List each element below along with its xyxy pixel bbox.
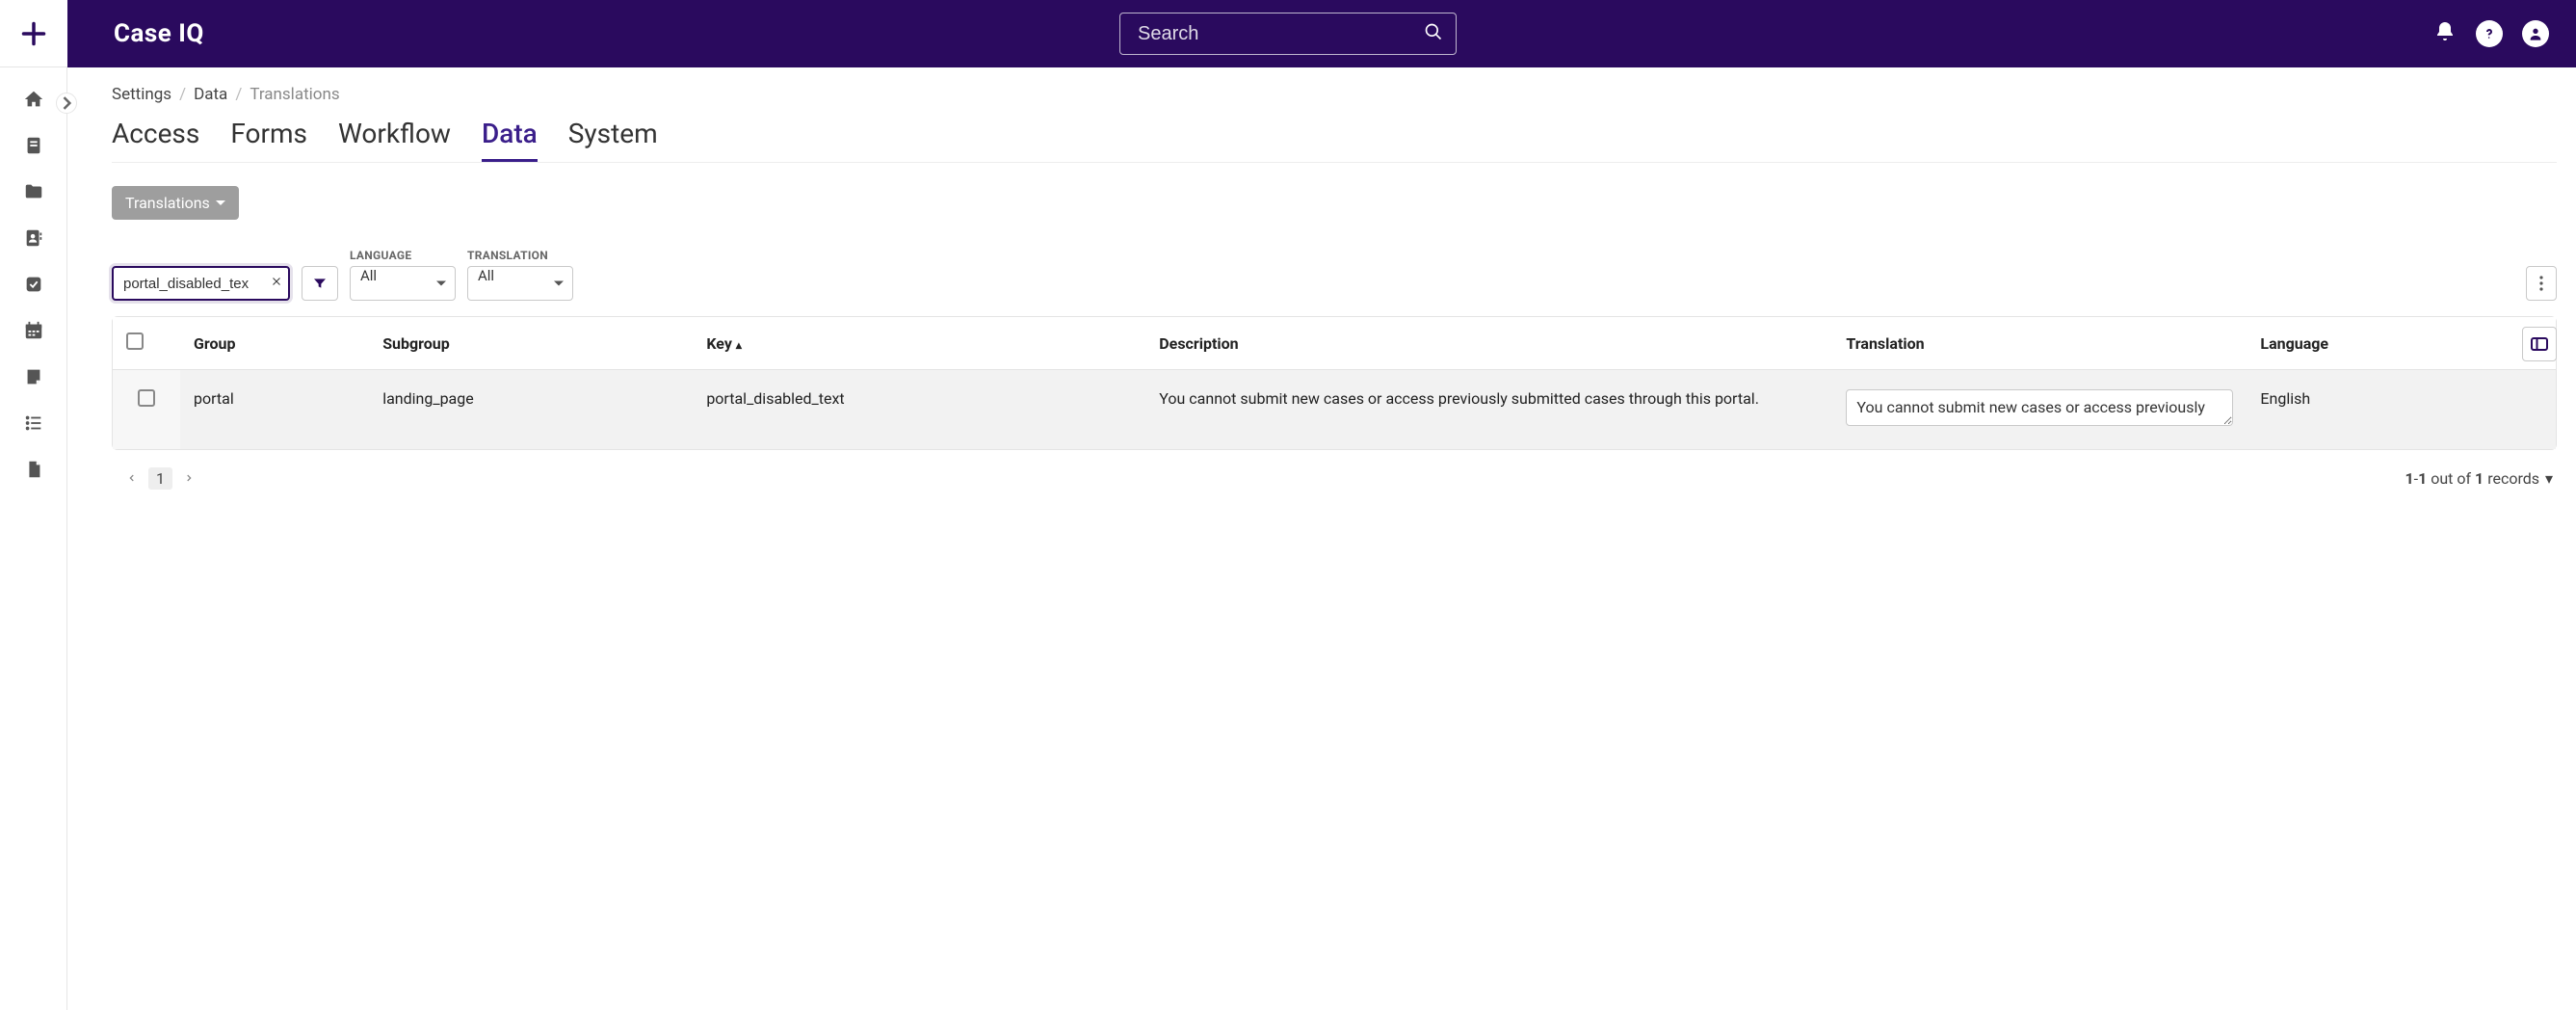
col-description[interactable]: Description — [1145, 317, 1832, 370]
cell-description: You cannot submit new cases or access pr… — [1145, 370, 1832, 450]
pager: 1 — [121, 467, 199, 490]
select-all-header[interactable] — [113, 317, 180, 370]
checkbox-icon[interactable] — [23, 274, 44, 295]
home-icon[interactable] — [23, 89, 44, 110]
page-number[interactable]: 1 — [148, 467, 172, 490]
filter-button[interactable] — [302, 266, 338, 301]
language-filter: LANGUAGE All — [350, 249, 456, 301]
tab-forms[interactable]: Forms — [230, 118, 307, 162]
range-from: 1 — [2405, 469, 2413, 488]
document-icon[interactable] — [23, 135, 44, 156]
select-all-checkbox[interactable] — [126, 332, 144, 350]
translation-filter: TRANSLATION All — [467, 249, 573, 301]
breadcrumb-separator: / — [235, 85, 242, 104]
chevron-down-icon — [554, 281, 564, 286]
cell-group: portal — [180, 370, 369, 450]
calendar-icon[interactable] — [23, 320, 44, 341]
sidebar — [0, 67, 67, 1010]
tab-access[interactable]: Access — [112, 118, 199, 162]
translations-dropdown-label: Translations — [125, 194, 210, 212]
filter-search-wrap — [112, 266, 290, 301]
tab-data[interactable]: Data — [482, 118, 538, 162]
records-total: 1 — [2475, 469, 2484, 488]
contacts-icon[interactable] — [23, 227, 44, 249]
breadcrumb-section[interactable]: Data — [194, 85, 227, 104]
breadcrumb: Settings / Data / Translations — [112, 85, 2557, 104]
topbar: Case IQ — [0, 0, 2576, 67]
cell-language: English — [2247, 370, 2508, 450]
col-language[interactable]: Language — [2247, 317, 2508, 370]
folder-icon[interactable] — [23, 181, 44, 202]
filter-search-input[interactable] — [112, 266, 290, 301]
global-search-input[interactable] — [1119, 13, 1457, 55]
search-icon — [1424, 22, 1443, 45]
translations-table: Group Subgroup Key ▴ Description Translat… — [113, 317, 2556, 449]
translation-filter-label: TRANSLATION — [467, 249, 573, 262]
translation-textarea[interactable] — [1846, 389, 2233, 426]
chevron-down-icon — [216, 200, 225, 205]
row-checkbox[interactable] — [138, 389, 155, 407]
notifications-icon[interactable] — [2433, 20, 2457, 47]
prev-page-button[interactable] — [121, 468, 143, 489]
records-suffix: records — [2484, 469, 2539, 488]
logo: Case IQ — [114, 19, 204, 48]
record-count[interactable]: 1-1 out of 1 records ▾ — [2405, 469, 2553, 488]
records-mid: out of — [2427, 469, 2475, 488]
page-icon[interactable] — [23, 459, 44, 480]
add-button[interactable] — [0, 0, 67, 67]
range-to: 1 — [2418, 469, 2427, 488]
table-row[interactable]: portal landing_page portal_disabled_text… — [113, 370, 2556, 450]
global-search[interactable] — [1119, 13, 1457, 55]
settings-tabs: Access Forms Workflow Data System — [112, 118, 2557, 163]
cell-key: portal_disabled_text — [693, 370, 1145, 450]
sort-asc-icon: ▴ — [736, 338, 742, 352]
next-page-button[interactable] — [178, 468, 199, 489]
col-key[interactable]: Key ▴ — [693, 317, 1145, 370]
main-content: Settings / Data / Translations Access Fo… — [67, 67, 2576, 1010]
chevron-down-icon — [436, 281, 446, 286]
sidebar-expand-icon[interactable] — [56, 93, 77, 114]
chevron-down-icon: ▾ — [2545, 469, 2553, 488]
tab-workflow[interactable]: Workflow — [338, 118, 451, 162]
pager-row: 1 1-1 out of 1 records ▾ — [121, 467, 2553, 490]
clear-icon[interactable] — [271, 276, 282, 291]
translations-dropdown[interactable]: Translations — [112, 186, 239, 220]
note-icon[interactable] — [23, 366, 44, 387]
breadcrumb-root[interactable]: Settings — [112, 85, 171, 104]
breadcrumb-current: Translations — [250, 85, 339, 104]
col-group[interactable]: Group — [180, 317, 369, 370]
col-subgroup[interactable]: Subgroup — [369, 317, 693, 370]
more-actions-button[interactable] — [2526, 266, 2557, 301]
col-translation[interactable]: Translation — [1832, 317, 2247, 370]
breadcrumb-separator: / — [179, 85, 186, 104]
col-key-label: Key — [706, 334, 732, 353]
filter-row: LANGUAGE All TRANSLATION All — [112, 249, 2557, 301]
list-icon[interactable] — [23, 412, 44, 434]
topbar-actions — [2433, 20, 2576, 47]
account-icon[interactable] — [2522, 20, 2549, 47]
help-icon[interactable] — [2476, 20, 2503, 47]
cell-translation — [1832, 370, 2247, 450]
tab-system[interactable]: System — [568, 118, 658, 162]
cell-subgroup: landing_page — [369, 370, 693, 450]
translations-table-wrap: Group Subgroup Key ▴ Description Translat… — [112, 316, 2557, 450]
language-filter-label: LANGUAGE — [350, 249, 456, 262]
column-toggle-button[interactable] — [2522, 327, 2557, 361]
